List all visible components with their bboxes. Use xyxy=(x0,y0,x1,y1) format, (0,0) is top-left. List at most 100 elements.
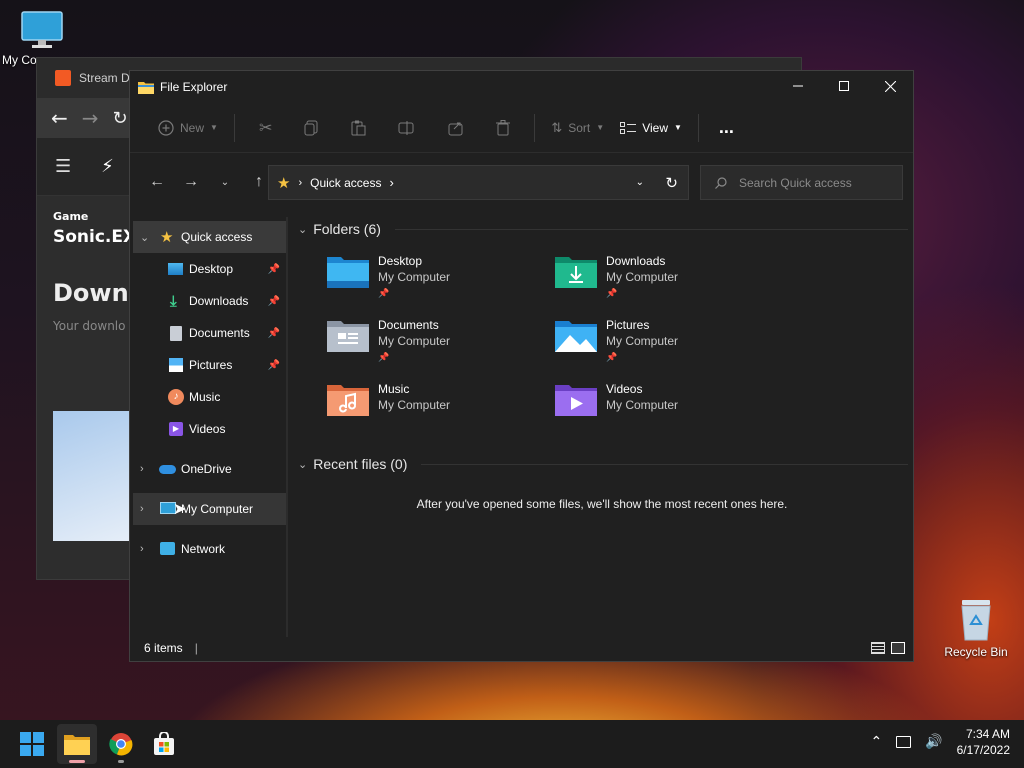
nav-item-onedrive[interactable]: › OneDrive xyxy=(130,453,286,485)
network-icon xyxy=(160,542,175,555)
taskbar: ⌃ 🔊 7:34 AM 6/17/2022 xyxy=(0,720,1024,768)
minimize-icon xyxy=(793,85,803,87)
taskbar-chrome[interactable] xyxy=(101,724,141,764)
back-arrow-icon[interactable]: ← xyxy=(51,106,68,130)
nav-item-my-computer[interactable]: › My Computer ➤ xyxy=(133,493,286,525)
breadcrumb-location[interactable]: Quick access xyxy=(310,176,381,190)
hamburger-menu-icon[interactable]: ☰ xyxy=(55,156,71,177)
forward-arrow-icon[interactable]: → xyxy=(82,106,99,130)
volume-icon[interactable]: 🔊 xyxy=(925,734,942,750)
nav-item-music[interactable]: ♪ Music xyxy=(130,381,286,413)
folder-icon xyxy=(64,735,90,755)
lightning-logo-icon[interactable]: ⚡ xyxy=(101,156,114,177)
cut-button[interactable]: ✂ xyxy=(243,112,288,144)
folder-tile-downloads[interactable]: Downloads My Computer 📌 xyxy=(554,253,678,301)
refresh-icon[interactable]: ↻ xyxy=(113,108,128,129)
desktop-icon-recycle-bin[interactable]: Recycle Bin xyxy=(940,598,1012,659)
sort-button[interactable]: ⇅ Sort ▼ xyxy=(543,112,612,144)
close-button[interactable] xyxy=(867,71,913,101)
close-icon xyxy=(884,80,896,92)
address-dropdown-button[interactable]: ⌄ xyxy=(636,177,644,188)
store-bag-icon xyxy=(154,732,174,755)
paste-icon xyxy=(351,120,366,135)
more-options-button[interactable]: ... xyxy=(707,112,746,144)
pin-icon: 📌 xyxy=(267,327,280,339)
nav-item-label: Quick access xyxy=(181,230,253,244)
address-bar[interactable]: ★ › Quick access › ⌄ ↻ xyxy=(268,165,689,200)
chevron-right-icon[interactable]: › xyxy=(140,543,144,555)
folder-name: Documents xyxy=(378,318,439,332)
minimize-button[interactable] xyxy=(775,71,821,101)
view-button[interactable]: View ▼ xyxy=(612,112,690,144)
caption-buttons xyxy=(775,71,913,101)
details-view-icon[interactable] xyxy=(871,642,885,654)
file-explorer-window[interactable]: File Explorer New ▼ ✂ ⇅ Sort ▼ View ▼ ..… xyxy=(129,70,914,662)
pin-icon: 📌 xyxy=(606,288,618,298)
rename-button[interactable] xyxy=(382,112,432,144)
maximize-button[interactable] xyxy=(821,71,867,101)
forward-button[interactable]: → xyxy=(174,173,208,191)
folder-tile-videos[interactable]: Videos My Computer xyxy=(554,381,678,417)
active-indicator xyxy=(69,760,85,763)
share-button[interactable] xyxy=(432,112,480,144)
folder-name: Desktop xyxy=(378,254,423,268)
nav-item-desktop[interactable]: Desktop 📌 xyxy=(130,253,286,285)
chevron-down-icon: ▼ xyxy=(596,123,605,132)
clock-date: 6/17/2022 xyxy=(956,743,1010,757)
preview-image xyxy=(53,411,133,541)
show-hidden-icons-chevron-icon[interactable]: ⌃ xyxy=(870,734,882,750)
folder-tile-music[interactable]: Music My Computer xyxy=(326,381,450,417)
folder-tile-pictures[interactable]: Pictures My Computer 📌 xyxy=(554,317,678,365)
explorer-titlebar[interactable]: File Explorer xyxy=(130,71,913,103)
toolbar-divider xyxy=(534,113,536,142)
search-input[interactable]: Search Quick access xyxy=(739,176,852,190)
breadcrumb-separator: › xyxy=(389,175,394,190)
network-monitor-icon[interactable] xyxy=(896,736,912,748)
delete-button[interactable] xyxy=(480,112,526,144)
folder-location: My Computer xyxy=(378,398,451,412)
folder-location: My Computer xyxy=(378,270,451,284)
taskbar-file-explorer[interactable] xyxy=(57,724,97,764)
nav-item-videos[interactable]: ▶ Videos xyxy=(130,413,286,445)
folder-location: My Computer xyxy=(606,398,679,412)
chevron-right-icon[interactable]: › xyxy=(140,503,144,515)
plus-circle-icon xyxy=(158,119,174,136)
pin-icon: 📌 xyxy=(267,359,280,371)
recent-files-section-header[interactable]: ⌄ Recent files (0) xyxy=(298,456,908,472)
sort-arrows-icon: ⇅ xyxy=(551,119,563,135)
nav-item-network[interactable]: › Network xyxy=(130,533,286,565)
paste-button[interactable] xyxy=(334,112,382,144)
view-list-icon xyxy=(620,121,637,134)
back-button[interactable]: ← xyxy=(140,173,174,191)
nav-item-documents[interactable]: Documents 📌 xyxy=(130,317,286,349)
nav-item-downloads[interactable]: ⤓ Downloads 📌 xyxy=(130,285,286,317)
nav-item-quick-access[interactable]: ⌄ ★ Quick access xyxy=(133,221,286,253)
folder-tile-desktop[interactable]: Desktop My Computer 📌 xyxy=(326,253,450,301)
nav-item-label: Desktop xyxy=(189,262,234,276)
monitor-icon xyxy=(21,11,63,48)
nav-item-pictures[interactable]: Pictures 📌 xyxy=(130,349,286,381)
item-count: 6 items xyxy=(144,641,183,655)
pin-icon: 📌 xyxy=(378,288,390,298)
view-label: View xyxy=(642,120,668,135)
recent-locations-button[interactable]: ⌄ xyxy=(208,177,242,188)
mouse-cursor-icon: ➤ xyxy=(173,501,187,518)
back-arrow-icon: ← xyxy=(149,173,165,190)
refresh-icon[interactable]: ↻ xyxy=(665,174,678,192)
nav-item-label: My Computer xyxy=(181,502,254,516)
chevron-down-icon[interactable]: ⌄ xyxy=(140,231,149,244)
folder-tile-documents[interactable]: Documents My Computer 📌 xyxy=(326,317,450,365)
chevron-right-icon[interactable]: › xyxy=(140,463,144,475)
document-icon xyxy=(170,326,182,341)
copy-button[interactable] xyxy=(288,112,334,144)
start-button[interactable] xyxy=(12,724,52,764)
taskbar-store[interactable] xyxy=(144,724,184,764)
tiles-view-icon[interactable] xyxy=(891,642,905,654)
recent-files-empty-message: After you've opened some files, we'll sh… xyxy=(416,497,788,511)
clock[interactable]: 7:34 AM 6/17/2022 xyxy=(957,726,1010,758)
picture-icon xyxy=(169,358,183,372)
folders-section-header[interactable]: ⌄ Folders (6) xyxy=(298,221,908,237)
search-box[interactable]: Search Quick access xyxy=(700,165,903,200)
new-button[interactable]: New ▼ xyxy=(150,112,226,144)
toolbar-divider xyxy=(233,113,235,142)
